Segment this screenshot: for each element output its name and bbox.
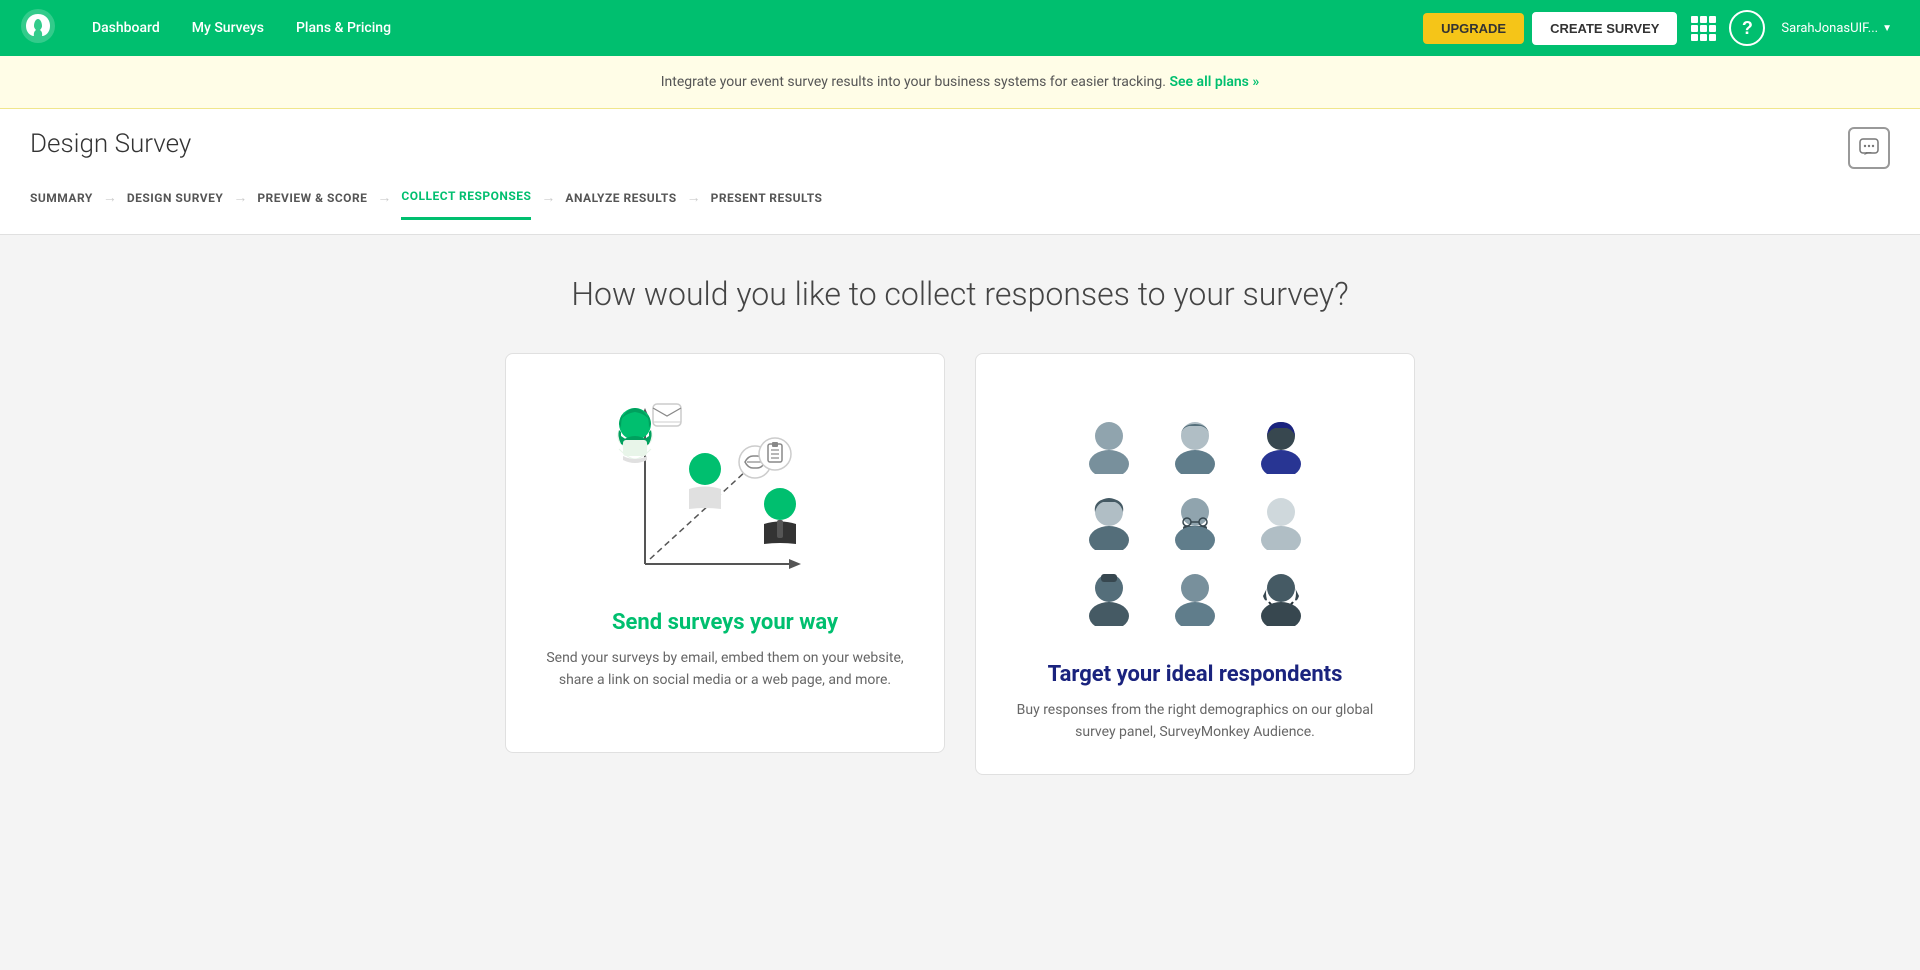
- breadcrumb-label-preview: PREVIEW & SCORE: [257, 191, 367, 219]
- banner-text: Integrate your event survey results into…: [661, 74, 1166, 90]
- logo-icon: [20, 8, 56, 44]
- breadcrumb-design-survey[interactable]: DESIGN SURVEY: [127, 177, 223, 233]
- breadcrumb-preview-score[interactable]: PREVIEW & SCORE: [257, 177, 367, 233]
- send-surveys-card[interactable]: Send surveys your way Send your surveys …: [505, 353, 945, 753]
- avatar-7: [1074, 566, 1144, 626]
- help-icon: ?: [1742, 18, 1753, 39]
- breadcrumb-label-present: PRESENT RESULTS: [711, 191, 823, 219]
- nav-links: Dashboard My Surveys Plans & Pricing: [76, 0, 1423, 56]
- breadcrumb-label-summary: SUMMARY: [30, 191, 93, 219]
- send-surveys-heading: Send surveys your way: [546, 610, 904, 635]
- arrow-icon-5: →: [687, 189, 701, 220]
- send-surveys-svg: [585, 394, 865, 594]
- create-survey-button[interactable]: CREATE SURVEY: [1532, 12, 1677, 45]
- navbar: Dashboard My Surveys Plans & Pricing UPG…: [0, 0, 1920, 56]
- avatar-3: [1246, 414, 1316, 474]
- promo-banner: Integrate your event survey results into…: [0, 56, 1920, 109]
- avatar-1: [1074, 414, 1144, 474]
- breadcrumb-summary[interactable]: SUMMARY: [30, 177, 93, 233]
- section-title: How would you like to collect responses …: [30, 275, 1890, 313]
- breadcrumb-nav: SUMMARY → DESIGN SURVEY → PREVIEW & SCOR…: [30, 175, 1890, 234]
- breadcrumb-present-results[interactable]: PRESENT RESULTS: [711, 177, 823, 233]
- cards-container: Send surveys your way Send your surveys …: [30, 353, 1890, 775]
- breadcrumb-analyze-results[interactable]: ANALYZE RESULTS: [565, 177, 676, 233]
- target-respondents-illustration: [1016, 394, 1374, 646]
- nav-dashboard[interactable]: Dashboard: [76, 0, 176, 56]
- arrow-icon-2: →: [233, 189, 247, 220]
- upgrade-button[interactable]: UPGRADE: [1423, 13, 1524, 44]
- send-surveys-illustration: [585, 394, 865, 594]
- avatar-6: [1246, 490, 1316, 550]
- apps-grid-icon: [1691, 16, 1716, 41]
- chat-button[interactable]: [1848, 127, 1890, 169]
- target-respondents-desc: Buy responses from the right demographic…: [1016, 699, 1374, 744]
- arrow-icon-4: →: [541, 189, 555, 220]
- chat-icon: [1858, 137, 1880, 159]
- target-respondents-card[interactable]: Target your ideal respondents Buy respon…: [975, 353, 1415, 775]
- chevron-down-icon: ▼: [1882, 23, 1892, 34]
- send-surveys-desc: Send your surveys by email, embed them o…: [546, 647, 904, 692]
- apps-grid-button[interactable]: [1685, 10, 1721, 46]
- page-title: Design Survey: [30, 129, 1890, 159]
- avatar-4: [1074, 490, 1144, 550]
- avatar-9: [1246, 566, 1316, 626]
- avatar-5: [1160, 490, 1230, 550]
- target-respondents-heading: Target your ideal respondents: [1016, 662, 1374, 687]
- logo[interactable]: [20, 8, 56, 48]
- avatar-8: [1160, 566, 1230, 626]
- user-name: SarahJonasUIF...: [1781, 21, 1878, 36]
- page-header: Design Survey SUMMARY → DESIGN SURVEY → …: [0, 109, 1920, 235]
- nav-my-surveys[interactable]: My Surveys: [176, 0, 280, 56]
- arrow-icon-3: →: [377, 189, 391, 220]
- avatar-2: [1160, 414, 1230, 474]
- breadcrumb-label-analyze: ANALYZE RESULTS: [565, 191, 676, 219]
- main-content: How would you like to collect responses …: [0, 235, 1920, 935]
- navbar-right: UPGRADE CREATE SURVEY ? SarahJonasUIF...…: [1423, 10, 1900, 46]
- breadcrumb-label-design: DESIGN SURVEY: [127, 191, 223, 219]
- arrow-icon-1: →: [103, 189, 117, 220]
- breadcrumb-label-collect: COLLECT RESPONSES: [401, 189, 531, 220]
- banner-link[interactable]: See all plans »: [1169, 74, 1259, 90]
- nav-plans-pricing[interactable]: Plans & Pricing: [280, 0, 407, 56]
- user-menu[interactable]: SarahJonasUIF... ▼: [1773, 17, 1900, 40]
- help-button[interactable]: ?: [1729, 10, 1765, 46]
- breadcrumb-collect-responses[interactable]: COLLECT RESPONSES: [401, 175, 531, 234]
